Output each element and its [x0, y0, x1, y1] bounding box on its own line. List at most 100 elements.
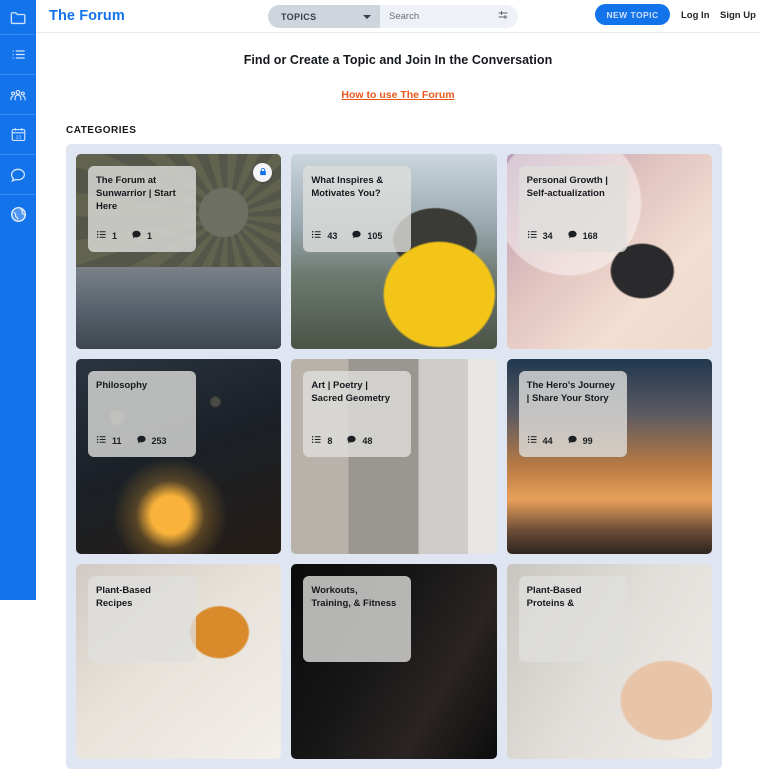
new-topic-button[interactable]: NEW TOPIC — [595, 4, 670, 25]
comment-icon — [567, 432, 578, 450]
category-card-overlay: Personal Growth | Self-actualization 34 16… — [518, 166, 627, 252]
chevron-down-icon — [363, 14, 371, 19]
topics-stat: 1 — [96, 227, 117, 245]
posts-stat: 48 — [346, 432, 372, 450]
category-card-title: Plant-Based Proteins & — [526, 585, 582, 609]
posts-count: 253 — [151, 436, 167, 446]
posts-stat: 105 — [351, 227, 382, 245]
category-card-overlay: Plant-Based Recipes — [88, 576, 196, 662]
sidebar-item-members[interactable] — [0, 74, 36, 114]
sidebar-item-explore[interactable] — [0, 194, 36, 234]
category-card-philosophy[interactable]: Philosophy 11 253 — [76, 359, 282, 554]
posts-count: 105 — [367, 231, 383, 241]
topics-count: 11 — [112, 436, 122, 446]
topics-stat: 34 — [527, 227, 553, 245]
sidebar-item-list[interactable] — [0, 34, 36, 74]
categories-grid: The Forum at Sunwarrior | Start Here 1 1 Wh… — [66, 144, 722, 769]
signup-link[interactable]: Sign Up — [720, 10, 756, 21]
calendar-icon: 23 — [10, 126, 27, 143]
category-card-title: Personal Growth | Self-actualization — [526, 175, 608, 199]
list-icon — [10, 46, 27, 63]
category-card-stats: 8 48 — [311, 432, 403, 457]
comment-icon — [136, 432, 147, 450]
list-icon — [96, 432, 107, 450]
brand-title[interactable]: The Forum — [49, 8, 125, 24]
list-icon — [96, 227, 107, 245]
page-tagline: Find or Create a Topic and Join In the C… — [243, 53, 553, 67]
top-header: The Forum TOPICS Search NEW TOPIC Log In… — [36, 0, 760, 33]
list-icon — [527, 432, 538, 450]
topics-stat: 8 — [311, 432, 332, 450]
list-icon — [527, 227, 538, 245]
category-card-title: What Inspires & Motivates You? — [311, 175, 384, 199]
category-card-personal-growth[interactable]: Personal Growth | Self-actualization 34 16… — [506, 154, 712, 349]
category-card-overlay: Art | Poetry | Sacred Geometry 8 48 — [303, 371, 412, 457]
globe-icon — [9, 205, 28, 224]
folder-icon — [9, 8, 28, 27]
category-card-overlay: The Forum at Sunwarrior | Start Here 1 1 — [88, 166, 196, 252]
category-card-overlay: What Inspires & Motivates You? 43 105 — [303, 166, 412, 252]
category-card-title: Plant-Based Recipes — [96, 585, 151, 609]
how-to-use-link[interactable]: How to use The Forum — [341, 89, 454, 101]
posts-count: 99 — [582, 436, 593, 446]
search-input[interactable]: Search — [380, 5, 518, 28]
search-bar: TOPICS Search — [268, 5, 518, 28]
category-card-overlay: Philosophy 11 253 — [88, 371, 196, 457]
category-card-title: Workouts, Training, & Fitness — [311, 585, 397, 609]
list-icon — [311, 227, 322, 245]
topics-count: 34 — [542, 231, 553, 241]
posts-count: 1 — [147, 231, 153, 241]
category-card-title: The Hero's Journey | Share Your Story — [526, 380, 615, 404]
topics-stat: 44 — [527, 432, 553, 450]
categories-heading: CATEGORIES — [66, 125, 137, 136]
howto-wrapper: How to use The Forum — [36, 85, 760, 103]
category-card-stats: 11 253 — [96, 432, 188, 457]
category-card-stats: 11 — [96, 227, 188, 252]
lock-icon — [258, 164, 268, 182]
category-card-heros-journey[interactable]: The Hero's Journey | Share Your Story 44 9… — [506, 359, 712, 554]
topics-filter-select[interactable]: TOPICS — [268, 5, 380, 28]
topics-stat: 11 — [96, 432, 122, 450]
posts-stat: 253 — [136, 432, 167, 450]
posts-stat: 168 — [567, 227, 598, 245]
category-card-what-inspires-motivates-you[interactable]: What Inspires & Motivates You? 43 105 — [291, 154, 497, 349]
people-icon — [9, 86, 27, 104]
comment-icon — [346, 432, 357, 450]
category-card-plant-based-recipes[interactable]: Plant-Based Recipes — [76, 564, 282, 759]
category-card-title: Art | Poetry | Sacred Geometry — [311, 380, 391, 404]
svg-text:23: 23 — [15, 134, 21, 140]
search-placeholder: Search — [389, 11, 420, 22]
topics-count: 1 — [112, 231, 118, 241]
topics-stat: 43 — [311, 227, 337, 245]
category-card-title: Philosophy — [96, 380, 148, 391]
sidebar-logo[interactable] — [0, 0, 36, 34]
posts-count: 168 — [582, 231, 598, 241]
login-link[interactable]: Log In — [681, 10, 710, 21]
category-card-title: The Forum at Sunwarrior | Start Here — [96, 175, 176, 212]
topics-count: 8 — [327, 436, 333, 446]
comment-icon — [567, 227, 578, 245]
sidebar-item-events[interactable]: 23 — [0, 114, 36, 154]
category-card-stats: 43 105 — [311, 227, 403, 252]
comment-icon — [131, 227, 142, 245]
sidebar-item-messages[interactable] — [0, 154, 36, 194]
category-card-art-poetry-sacred-geometry[interactable]: Art | Poetry | Sacred Geometry 8 48 — [291, 359, 497, 554]
main-content: Find or Create a Topic and Join In the C… — [36, 33, 760, 769]
topics-count: 43 — [327, 231, 338, 241]
posts-stat: 99 — [567, 432, 593, 450]
category-card-stats: 34 168 — [527, 227, 619, 252]
topics-filter-label: TOPICS — [281, 11, 317, 22]
chat-icon — [9, 166, 27, 184]
topics-count: 44 — [542, 436, 553, 446]
category-card-overlay: The Hero's Journey | Share Your Story 44 9… — [518, 371, 627, 457]
category-card-plant-based-proteins[interactable]: Plant-Based Proteins & — [506, 564, 712, 759]
category-card-overlay: Plant-Based Proteins & — [518, 576, 627, 662]
posts-count: 48 — [362, 436, 373, 446]
sliders-icon[interactable] — [497, 8, 509, 26]
posts-stat: 1 — [131, 227, 152, 245]
category-card-forum-at-sunwarrior[interactable]: The Forum at Sunwarrior | Start Here 1 1 — [76, 154, 282, 349]
category-card-workouts-training-fitness[interactable]: Workouts, Training, & Fitness — [291, 564, 497, 759]
sidebar: 23 — [0, 0, 36, 600]
comment-icon — [351, 227, 362, 245]
category-card-overlay: Workouts, Training, & Fitness — [303, 576, 412, 662]
